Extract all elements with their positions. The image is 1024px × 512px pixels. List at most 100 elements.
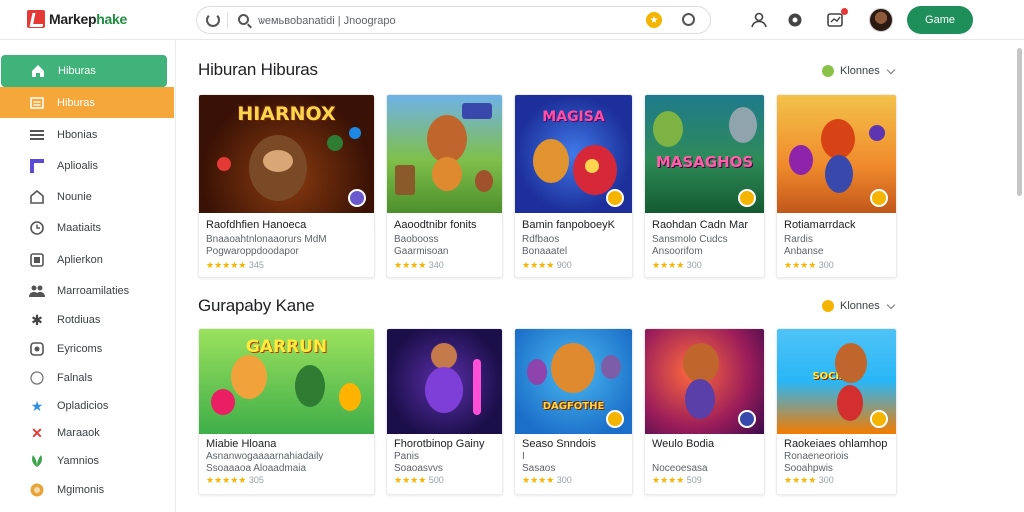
search-icon[interactable] xyxy=(238,14,249,25)
game-thumbnail[interactable] xyxy=(387,329,502,434)
sidebar-item-house[interactable]: Nounie xyxy=(0,182,176,212)
sidebar-item-settings[interactable]: Eyricoms xyxy=(0,334,176,364)
game-card[interactable]: MAGISA Bamin fanpoboeyK Rdfbaos Bonaaatel… xyxy=(514,94,633,278)
rating-stars: ★★★★ xyxy=(784,260,817,270)
scrollbar[interactable] xyxy=(1017,48,1022,196)
sort-badge-icon xyxy=(822,300,834,312)
sidebar-item-label: Yamnios xyxy=(57,455,99,467)
notifications-icon[interactable] xyxy=(825,8,848,30)
game-card[interactable]: Rotiamarrdack Rardis Anbanse ★★★★ 300 xyxy=(776,94,897,278)
sidebar-item-apps[interactable]: Aplioalis xyxy=(0,151,176,181)
sidebar-item-badge[interactable]: ★ Opladicios xyxy=(0,391,176,421)
platform-badge-icon xyxy=(606,410,624,428)
platform-badge-icon xyxy=(738,189,756,207)
search-divider xyxy=(227,12,228,29)
game-description: Rdfbaos Bonaaatel xyxy=(522,234,567,258)
game-button[interactable]: Game xyxy=(907,6,973,34)
chevron-down-icon xyxy=(886,65,896,74)
game-desc-line2: Ssoaaaoa Aloaadmaia xyxy=(206,463,307,474)
rating-count: 345 xyxy=(248,260,264,270)
section-title: Gurapaby Kane xyxy=(198,296,315,315)
game-thumbnail[interactable]: GARRUN xyxy=(199,329,374,434)
app-logo[interactable]: Markephake xyxy=(27,10,127,28)
game-desc-line1: Rardis xyxy=(784,234,813,245)
game-thumbnail[interactable] xyxy=(645,329,764,434)
thumbnail-title-art: MASAGHOS xyxy=(655,153,754,171)
game-desc-line2: Soaoasvvs xyxy=(394,463,443,474)
sidebar-item-label: Maraaok xyxy=(57,427,100,439)
house-icon xyxy=(29,189,45,205)
game-title: Rotiamarrdack xyxy=(784,219,856,231)
game-description: I Sasaos xyxy=(522,451,555,475)
sidebar-item-list[interactable]: Hiburas xyxy=(0,87,174,118)
game-description: Bnaaoahtnlonaaorurs MdM Pogwaroppdoodapor xyxy=(206,234,327,258)
avatar[interactable] xyxy=(869,8,893,32)
section-sort-dropdown[interactable]: Klonnes xyxy=(822,65,896,77)
game-desc-line2: Ansoorifom xyxy=(652,246,703,257)
game-title: Bamin fanpoboeyK xyxy=(522,219,615,231)
rating-stars: ★★★★ xyxy=(652,260,685,270)
refresh-icon[interactable] xyxy=(206,13,220,27)
game-card[interactable]: MASAGHOS Raohdan Cadn Mar Sansmolo Cudcs… xyxy=(644,94,765,278)
sidebar-item-menu[interactable]: Hbonias xyxy=(0,120,176,150)
game-title: Aaoodtnibr fonits xyxy=(394,219,477,231)
sidebar-item-leaf[interactable]: Yamnios xyxy=(0,446,176,476)
section-sort-dropdown[interactable]: Klonnes xyxy=(822,300,896,312)
square-icon xyxy=(29,252,45,268)
search-bar[interactable]: ★ xyxy=(196,6,711,34)
game-desc-line2: Anbanse xyxy=(784,246,824,257)
game-thumbnail[interactable]: SOCIALS xyxy=(777,329,896,434)
sidebar-item-circle[interactable]: Falnals xyxy=(0,363,176,393)
sidebar-item-home[interactable]: Hiburas xyxy=(1,55,167,87)
game-desc-line2: Noceoesasa xyxy=(652,463,708,474)
game-rating: ★★★★ 300 xyxy=(784,260,834,271)
game-rating: ★★★★ 300 xyxy=(522,475,572,486)
clock-icon xyxy=(29,220,45,236)
game-desc-line2: Sasaos xyxy=(522,463,556,474)
rating-stars: ★★★★★ xyxy=(206,475,247,485)
search-input[interactable] xyxy=(258,12,638,29)
sidebar-item-label: Opladicios xyxy=(57,400,109,412)
gear-icon[interactable] xyxy=(785,10,805,30)
game-card[interactable]: GARRUN Miabie Hloana Asnanwogaaaarnahiad… xyxy=(198,328,375,495)
platform-badge-icon xyxy=(870,189,888,207)
sidebar-item-cross[interactable]: ✕ Maraaok xyxy=(0,418,176,448)
sidebar-item-label: Marroamilaties xyxy=(57,285,130,297)
rating-count: 300 xyxy=(556,475,572,485)
game-thumbnail[interactable]: MASAGHOS xyxy=(645,95,764,213)
game-card[interactable]: DAGFOTHE Seaso Snndois I Sasaos ★★★★ 300 xyxy=(514,328,633,495)
star-badge-icon[interactable]: ★ xyxy=(646,12,662,28)
game-thumbnail[interactable]: MAGISA xyxy=(515,95,632,213)
game-card[interactable]: Weulo Bodia Noceoesasa ★★★★ 509 xyxy=(644,328,765,495)
game-rating: ★★★★ 509 xyxy=(652,475,702,486)
game-rating: ★★★★ 500 xyxy=(394,475,444,486)
person-icon[interactable] xyxy=(749,10,769,30)
sidebar-item-label: Aplioalis xyxy=(57,160,98,172)
sidebar-item-coin[interactable]: Mgimonis xyxy=(0,475,176,505)
game-card[interactable]: Aaoodtnibr fonits Baobooss Gaarmisoan ★★★… xyxy=(386,94,503,278)
rating-count: 900 xyxy=(556,260,572,270)
sidebar-item-people[interactable]: Marroamilaties xyxy=(0,276,176,306)
mic-icon[interactable] xyxy=(682,13,695,26)
game-thumbnail[interactable]: HIARNOX xyxy=(199,95,374,213)
rating-count: 509 xyxy=(686,475,702,485)
game-thumbnail[interactable] xyxy=(777,95,896,213)
sidebar-item-clock[interactable]: Maatiaits xyxy=(0,213,176,243)
game-thumbnail[interactable] xyxy=(387,95,502,213)
game-title: Raofdhfien Hanoeca xyxy=(206,219,307,231)
sidebar-item-square[interactable]: Aplierkon xyxy=(0,245,176,275)
sidebar-item-label: Falnals xyxy=(57,372,93,384)
game-description: Asnanwogaaaarnahiadaily Ssoaaaoa Aloaadma… xyxy=(206,451,323,475)
game-card[interactable]: Fhorotbinop Gainy Panis Soaoasvvs ★★★★ 50… xyxy=(386,328,503,495)
game-thumbnail[interactable]: DAGFOTHE xyxy=(515,329,632,434)
game-rating: ★★★★★ 345 xyxy=(206,260,264,271)
game-description: Ronaeneoriois Sooahpwis xyxy=(784,451,849,475)
game-card[interactable]: SOCIALS Raokeiaes ohlamhop Ronaeneoriois… xyxy=(776,328,897,495)
game-desc-line2: Pogwaroppdoodapor xyxy=(206,246,299,257)
game-title: Raohdan Cadn Mar xyxy=(652,219,749,231)
game-card[interactable]: HIARNOX Raofdhfien Hanoeca Bnaaoahtnlona… xyxy=(198,94,375,278)
sidebar-item-label: Hiburas xyxy=(57,96,95,109)
game-rating: ★★★★ 300 xyxy=(652,260,702,271)
sidebar-item-star[interactable]: ✱ Rotdiuas xyxy=(0,305,176,335)
sidebar-item-label: Hiburas xyxy=(58,65,96,77)
